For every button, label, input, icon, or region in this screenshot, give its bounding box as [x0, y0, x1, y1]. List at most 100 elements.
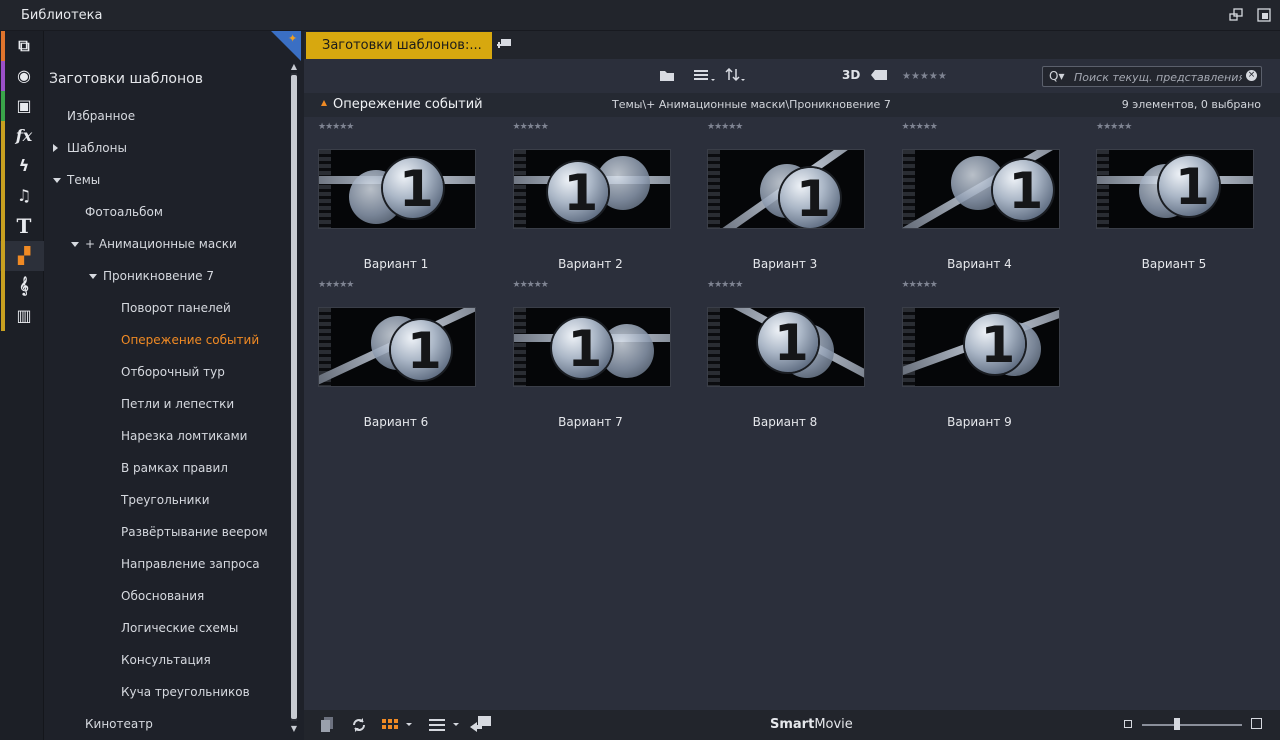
sidebar-category-3[interactable]: fx: [0, 121, 44, 151]
thumbnail-image[interactable]: 1: [318, 149, 476, 229]
rating-stars[interactable]: ★★★★★: [318, 280, 354, 290]
tree-item[interactable]: Фотоальбом: [85, 205, 163, 219]
music-note-icon[interactable]: ♫: [14, 187, 34, 205]
tree-item[interactable]: Опережение событий: [121, 333, 259, 347]
lightning-icon[interactable]: ϟ: [14, 157, 34, 175]
thumbnail-image[interactable]: 1: [512, 307, 671, 387]
zoom-slider-handle[interactable]: [1174, 718, 1180, 730]
clef-icon[interactable]: 𝄞: [14, 277, 34, 295]
tree-item[interactable]: В рамках правил: [121, 461, 228, 475]
folder-icon[interactable]: [659, 69, 675, 82]
tree-item[interactable]: Нарезка ломтиками: [121, 429, 247, 443]
template-thumbnail[interactable]: ★★★★★ 1 Вариант 6: [316, 280, 476, 430]
template-thumbnail[interactable]: ★★★★★ 1 Вариант 1: [316, 122, 476, 272]
template-thumbnail[interactable]: ★★★★★ 1 Вариант 2: [511, 122, 671, 272]
tree-item[interactable]: Направление запроса: [121, 557, 260, 571]
rating-stars[interactable]: ★★★★★: [707, 280, 743, 290]
search-icon[interactable]: Q▾: [1049, 69, 1064, 83]
collapse-icon[interactable]: [71, 242, 79, 247]
search-input[interactable]: [1074, 69, 1242, 85]
tree-item[interactable]: Треугольники: [121, 493, 210, 507]
view-3d-toggle[interactable]: 3D: [842, 68, 860, 82]
tree-item[interactable]: Развёртывание веером: [121, 525, 268, 539]
refresh-icon[interactable]: [351, 717, 367, 733]
tree-item[interactable]: Проникновение 7: [103, 269, 214, 283]
tree-item[interactable]: Куча треугольников: [121, 685, 250, 699]
tree-item[interactable]: Отборочный тур: [121, 365, 225, 379]
thumbnail-label[interactable]: Вариант 3: [705, 257, 865, 271]
list-menu-icon[interactable]: [429, 719, 461, 731]
template-thumbnail[interactable]: ★★★★★ 1 Вариант 3: [705, 122, 865, 272]
sidebar-category-7[interactable]: ▞: [0, 241, 44, 271]
template-icon[interactable]: ▞: [14, 247, 34, 265]
tree-item[interactable]: Поворот панелей: [121, 301, 231, 315]
rating-stars[interactable]: ★★★★★: [513, 280, 549, 290]
text-icon[interactable]: T: [14, 216, 34, 236]
thumbnail-label[interactable]: Вариант 9: [900, 415, 1060, 429]
sidebar-category-8[interactable]: 𝄞: [0, 271, 44, 301]
rating-stars[interactable]: ★★★★★: [902, 122, 938, 132]
sidebar-category-0[interactable]: ⧉: [0, 31, 44, 61]
tag-icon[interactable]: [871, 70, 887, 80]
layers-icon[interactable]: ▣: [14, 97, 34, 115]
thumbnail-image[interactable]: 1: [512, 149, 671, 229]
piano-icon[interactable]: ▥: [14, 307, 34, 325]
rating-stars[interactable]: ★★★★★: [902, 280, 938, 290]
search-box[interactable]: Q▾ ×: [1042, 66, 1262, 87]
zoom-out-icon[interactable]: [1124, 720, 1132, 728]
clear-search-icon[interactable]: ×: [1246, 70, 1257, 81]
thumbnail-image[interactable]: 1: [707, 149, 865, 229]
template-thumbnail[interactable]: ★★★★★ 1 Вариант 7: [511, 280, 671, 430]
sidebar-category-9[interactable]: ▥: [0, 301, 44, 331]
template-thumbnail[interactable]: ★★★★★ 1 Вариант 5: [1094, 122, 1254, 272]
add-tab-icon[interactable]: [497, 37, 513, 51]
template-thumbnail[interactable]: ★★★★★ 1 Вариант 8: [705, 280, 865, 430]
tree-item[interactable]: Петли и лепестки: [121, 397, 234, 411]
scroll-up-icon[interactable]: ▲: [290, 63, 298, 71]
sidebar-category-5[interactable]: ♫: [0, 181, 44, 211]
rating-stars[interactable]: ★★★★★: [513, 122, 549, 132]
sidebar-category-4[interactable]: ϟ: [0, 151, 44, 181]
detach-window-icon[interactable]: [1229, 8, 1243, 22]
send-to-timeline-icon[interactable]: [470, 715, 492, 733]
zoom-slider[interactable]: [1142, 724, 1242, 726]
sidebar-category-6[interactable]: T: [0, 211, 44, 241]
thumbnail-label[interactable]: Вариант 7: [511, 415, 671, 429]
rating-stars[interactable]: ★★★★★: [707, 122, 743, 132]
thumbnail-image[interactable]: 1: [901, 149, 1060, 229]
grid-view-icon[interactable]: [382, 719, 412, 731]
sidebar-category-1[interactable]: ◉: [0, 61, 44, 91]
thumbnail-image[interactable]: 1: [1096, 149, 1254, 229]
restore-window-icon[interactable]: [1257, 8, 1271, 22]
thumbnail-image[interactable]: 1: [318, 307, 476, 387]
thumbnail-image[interactable]: 1: [901, 307, 1060, 387]
fx-icon[interactable]: fx: [14, 127, 34, 145]
thumbnail-label[interactable]: Вариант 4: [900, 257, 1060, 271]
tree-item[interactable]: Темы: [67, 173, 100, 187]
scroll-thumb[interactable]: [291, 75, 297, 719]
tree-item[interactable]: Консультация: [121, 653, 211, 667]
tree-scrollbar[interactable]: ▲ ▼: [290, 63, 298, 733]
zoom-in-icon[interactable]: [1251, 718, 1262, 729]
template-thumbnail[interactable]: ★★★★★ 1 Вариант 9: [900, 280, 1060, 430]
template-thumbnail[interactable]: ★★★★★ 1 Вариант 4: [900, 122, 1060, 272]
tree-item[interactable]: + Анимационные маски: [85, 237, 237, 251]
tab-templates[interactable]: Заготовки шаблонов:...: [306, 32, 492, 59]
thumbnail-label[interactable]: Вариант 8: [705, 415, 865, 429]
collapse-icon[interactable]: [321, 100, 327, 106]
film-reel-icon[interactable]: ◉: [14, 67, 34, 85]
tree-item[interactable]: Обоснования: [121, 589, 204, 603]
thumbnail-label[interactable]: Вариант 5: [1094, 257, 1254, 271]
rating-stars[interactable]: ★★★★★: [1096, 122, 1132, 132]
collapse-icon[interactable]: [53, 178, 61, 183]
tree-item[interactable]: Кинотеатр: [85, 717, 153, 731]
tree-item[interactable]: Логические схемы: [121, 621, 238, 635]
sort-icon[interactable]: [725, 68, 747, 82]
tree-item[interactable]: Шаблоны: [67, 141, 127, 155]
expand-icon[interactable]: [53, 144, 58, 152]
rating-stars[interactable]: ★★★★★: [318, 122, 354, 132]
thumbnail-label[interactable]: Вариант 1: [316, 257, 476, 271]
collapse-icon[interactable]: [89, 274, 97, 279]
list-view-icon[interactable]: [694, 69, 716, 82]
copy-icon[interactable]: [320, 717, 334, 733]
